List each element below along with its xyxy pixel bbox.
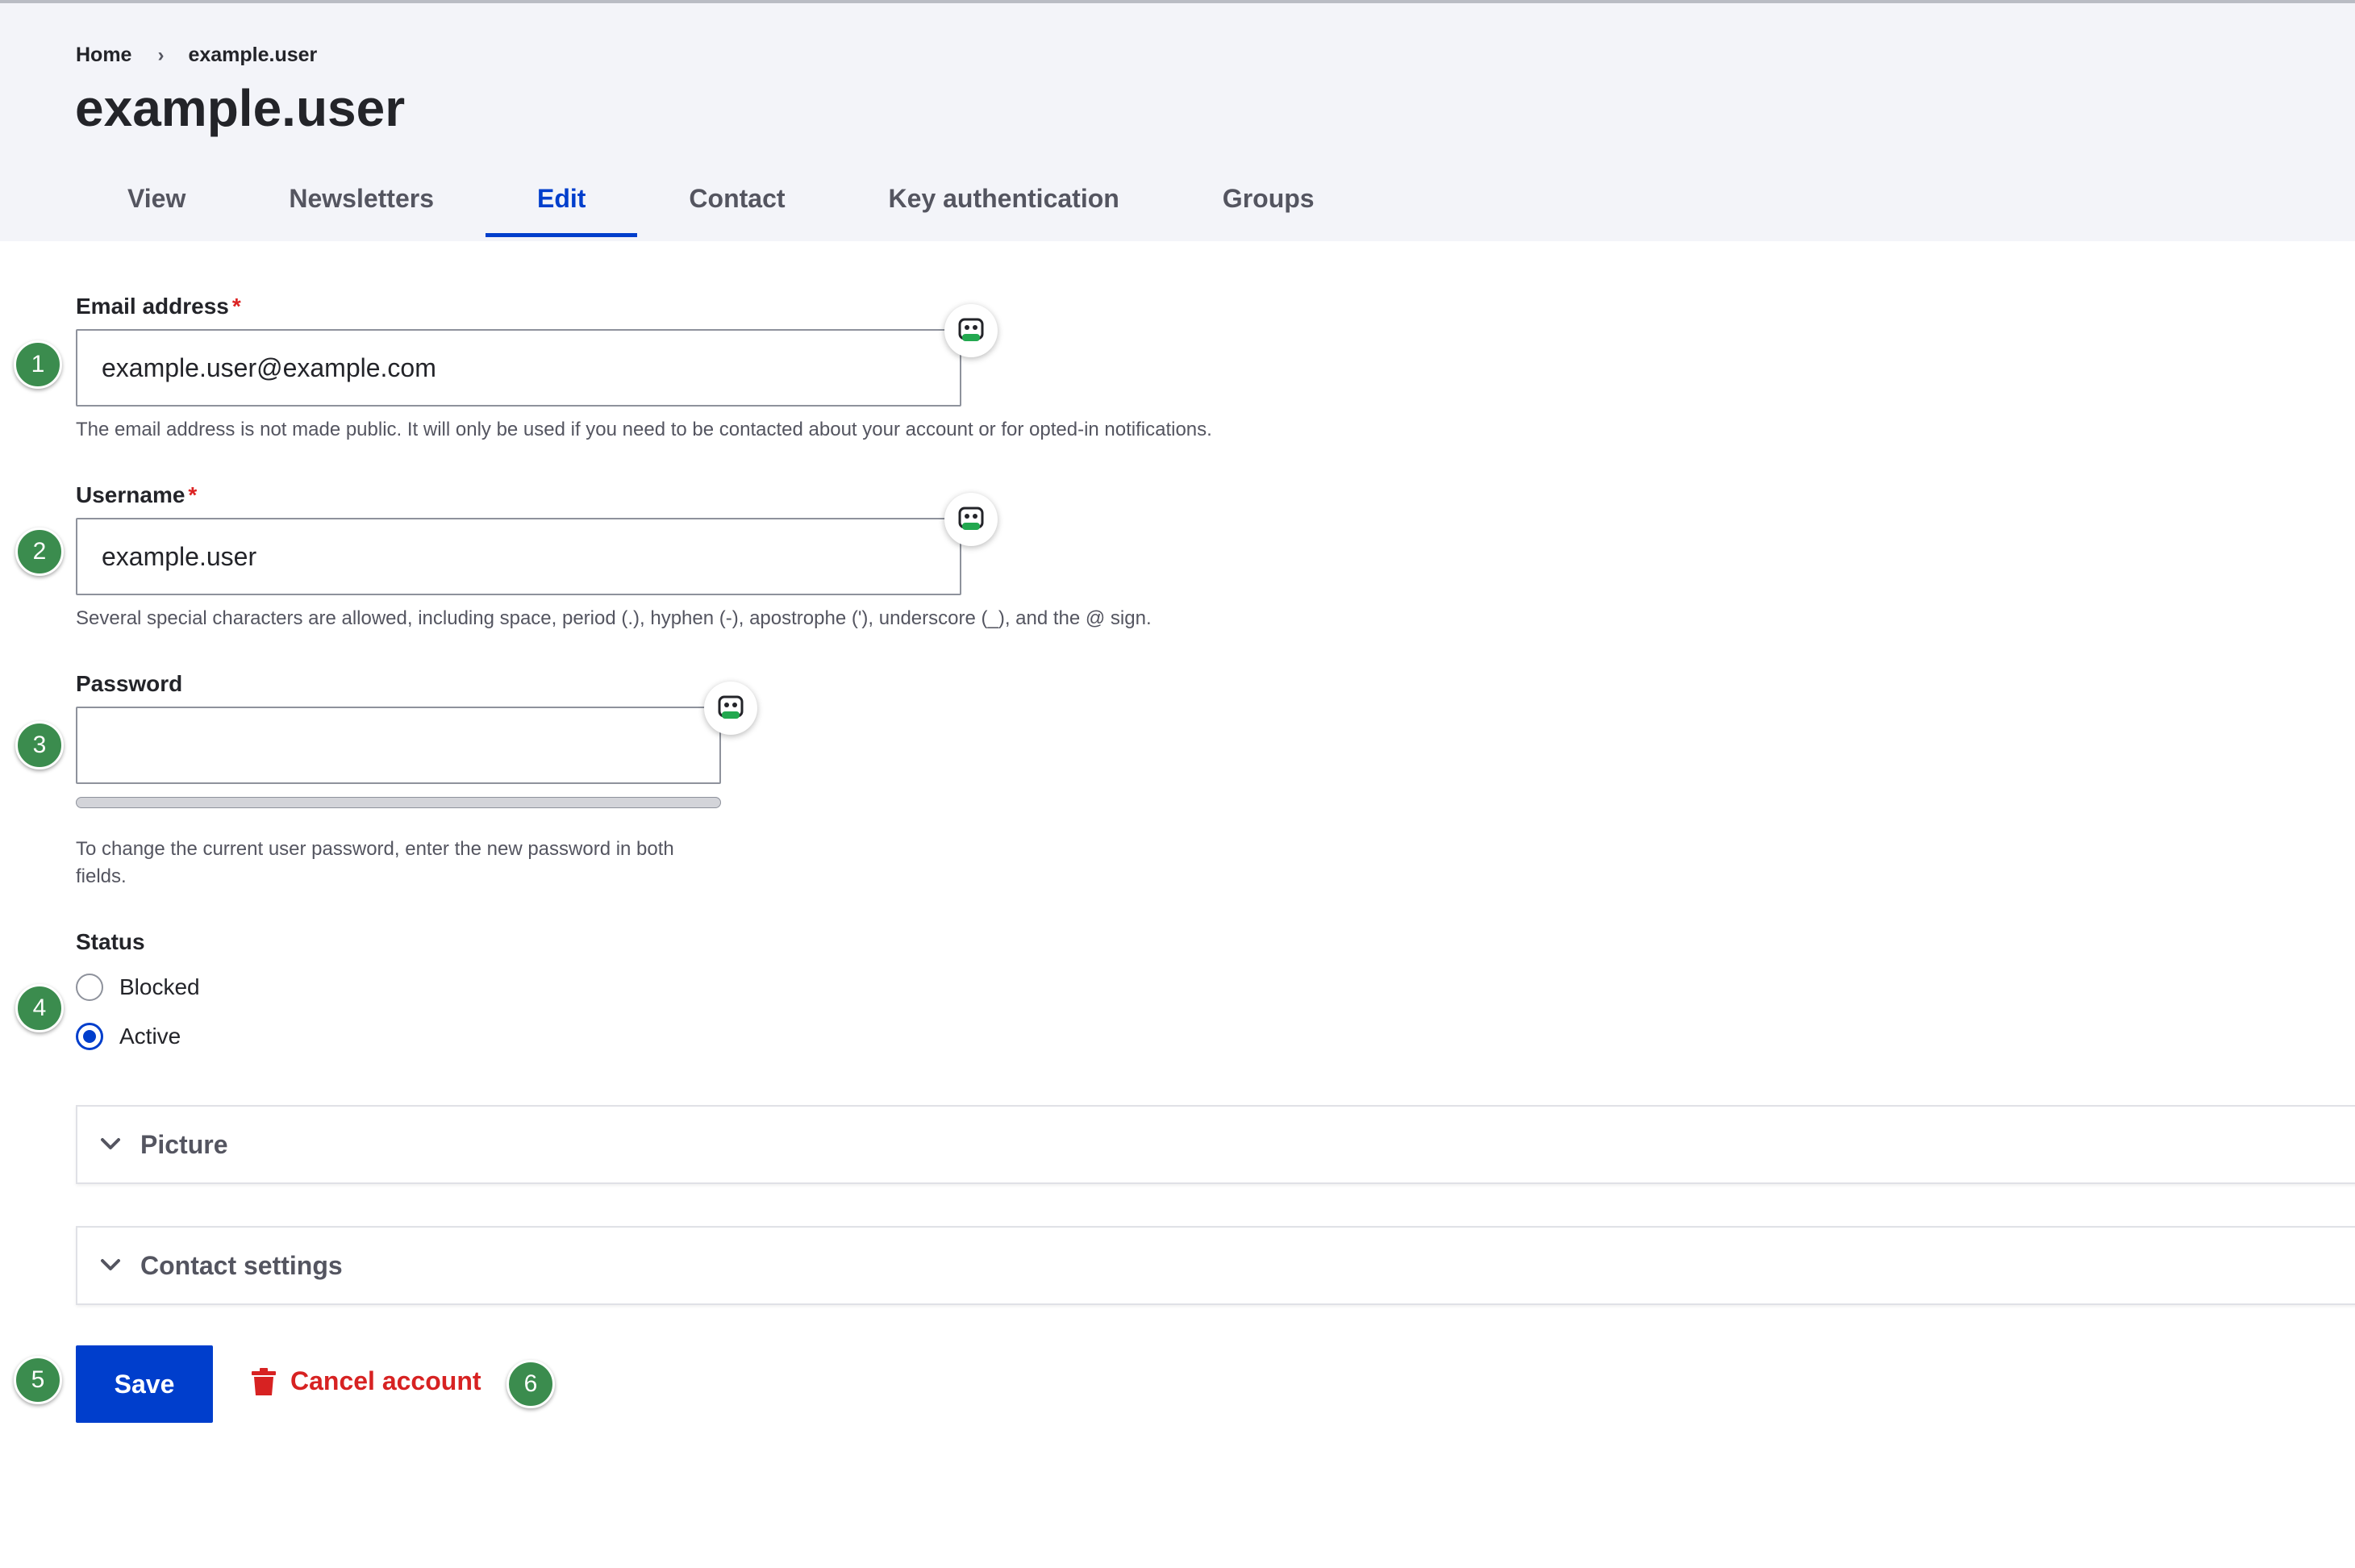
chevron-down-icon [100,1137,121,1152]
annotation-badge-1: 1 [14,340,62,389]
email-required-marker: * [231,294,241,319]
password-manager-icon[interactable] [944,493,998,546]
password-label: Password [76,671,183,696]
breadcrumb: Home › example.user [76,44,317,67]
password-manager-icon[interactable] [944,304,998,357]
cancel-account-label: Cancel account [290,1366,481,1395]
email-description: The email address is not made public. It… [76,419,1212,440]
blocked-radio-label: Blocked [119,974,200,999]
blocked-radio[interactable] [76,974,103,1001]
breadcrumb-home-link[interactable]: Home [76,44,131,67]
username-input[interactable] [76,518,961,595]
annotation-badge-3: 3 [15,721,64,769]
picture-section[interactable]: Picture [76,1105,2355,1184]
radio-checked-dot [83,1030,96,1043]
annotation-badge-5: 5 [14,1356,62,1404]
page-header: Home › example.user example.user View Ne… [0,3,2355,241]
breadcrumb-current: example.user [188,44,318,66]
password-manager-icon[interactable] [704,682,757,735]
breadcrumb-separator: › [157,44,165,66]
contact-settings-section[interactable]: Contact settings [76,1226,2355,1305]
status-option-active[interactable]: Active [76,1023,181,1050]
username-required-marker: * [188,482,198,507]
tab-groups[interactable]: Groups [1171,173,1366,237]
username-description: Several special characters are allowed, … [76,607,1152,629]
annotation-badge-6: 6 [506,1360,555,1408]
password-manager-icon-glyph [718,695,744,719]
password-manager-icon-glyph [958,318,984,341]
email-label: Email address * [76,294,241,319]
tab-contact[interactable]: Contact [637,173,836,237]
active-radio[interactable] [76,1023,103,1050]
chevron-down-icon [100,1258,121,1273]
trash-icon [252,1367,276,1395]
password-description: To change the current user password, ent… [76,838,674,887]
annotation-badge-4: 4 [15,984,64,1032]
contact-settings-section-title: Contact settings [140,1250,343,1280]
tab-view[interactable]: View [76,173,237,237]
password-input[interactable] [76,707,721,784]
picture-section-title: Picture [140,1129,228,1159]
cancel-account-link[interactable]: Cancel account [252,1366,481,1396]
active-radio-label: Active [119,1024,181,1049]
username-label-text: Username [76,482,185,507]
status-option-blocked[interactable]: Blocked [76,974,200,1001]
password-strength-bar [76,797,721,808]
save-button[interactable]: Save [76,1345,213,1423]
password-manager-icon-glyph [958,507,984,530]
username-label: Username * [76,482,197,508]
email-input[interactable] [76,329,961,407]
annotation-badge-2: 2 [15,528,64,576]
page-title: example.user [75,79,406,137]
tab-edit[interactable]: Edit [485,173,638,237]
email-label-text: Email address [76,294,229,319]
status-label: Status [76,929,145,954]
tab-bar: View Newsletters Edit Contact Key authen… [76,173,1366,237]
tab-newsletters[interactable]: Newsletters [237,173,486,237]
tab-key-authentication[interactable]: Key authentication [837,173,1171,237]
